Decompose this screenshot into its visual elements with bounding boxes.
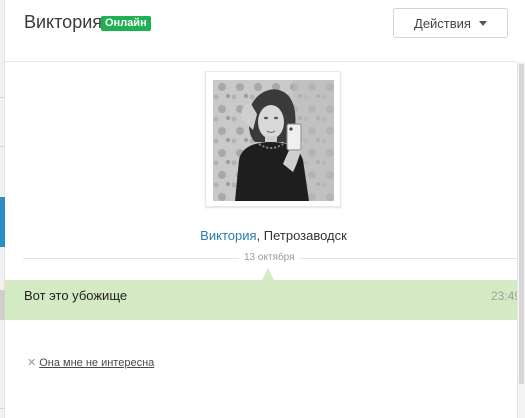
online-status-badge: Онлайн (101, 16, 151, 31)
message-text: Вот это убожище (24, 288, 128, 303)
profile-photo-card[interactable] (205, 71, 341, 207)
chat-user-name[interactable]: Виктория (24, 12, 102, 33)
profile-name-link[interactable]: Виктория (200, 228, 256, 243)
profile-info-line: Виктория, Петрозаводск (0, 228, 525, 243)
message-pointer (262, 268, 274, 280)
not-interested-action[interactable]: ✕ Она мне не интересна (27, 356, 154, 370)
not-interested-link[interactable]: Она мне не интересна (39, 357, 154, 369)
date-label: 13 октября (239, 251, 300, 265)
profile-city: Петрозаводск (263, 228, 347, 243)
actions-button-label: Действия (414, 15, 471, 31)
close-icon: ✕ (27, 357, 37, 369)
chat-header: Виктория Онлайн Действия (5, 0, 517, 62)
profile-separator: , (256, 228, 264, 243)
caret-down-icon (478, 20, 487, 26)
background-page-edge (0, 0, 5, 418)
actions-dropdown-button[interactable]: Действия (393, 8, 508, 38)
scrollbar-thumb[interactable] (519, 64, 524, 384)
scrollbar[interactable] (517, 62, 525, 418)
message-bubble[interactable]: Вот это убожище 23:49 (5, 280, 525, 320)
date-divider: 13 октября (23, 251, 525, 265)
profile-photo[interactable] (213, 80, 334, 201)
